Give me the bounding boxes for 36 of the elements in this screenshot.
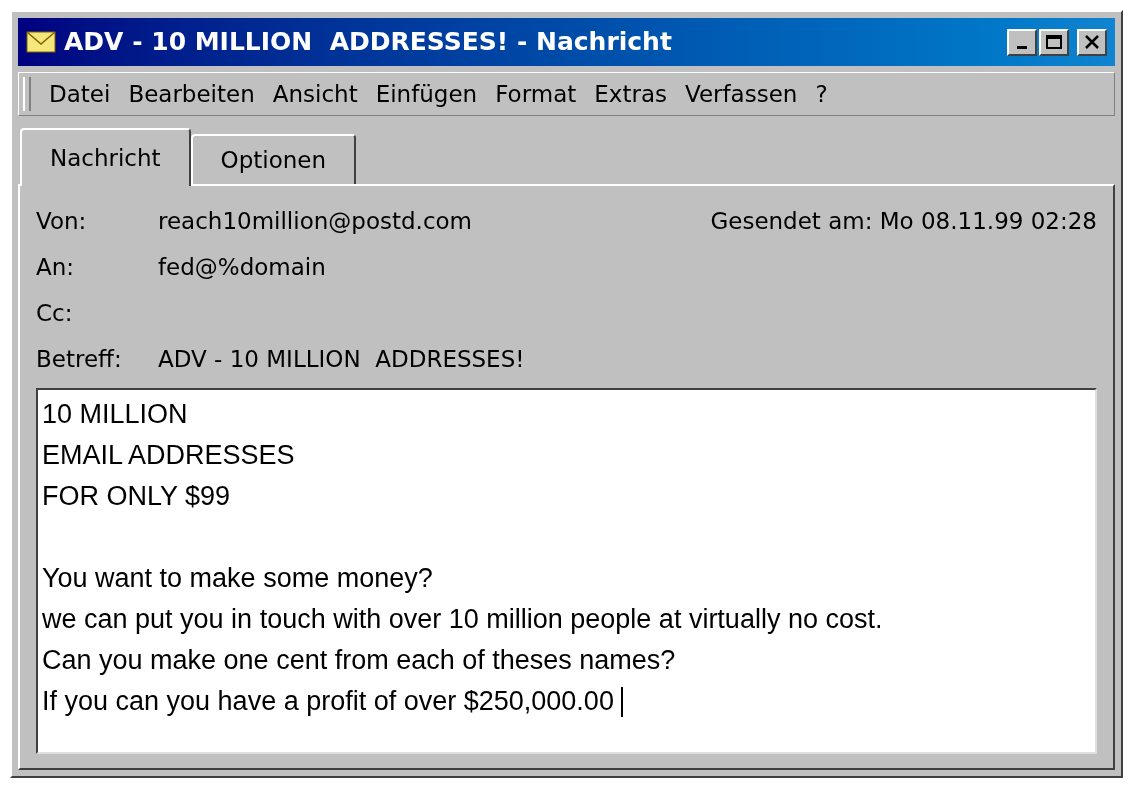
message-body[interactable] (36, 388, 1097, 754)
maximize-button[interactable] (1039, 28, 1069, 56)
field-value: fed@%domain (158, 252, 327, 282)
menu-item[interactable]: Verfassen (678, 76, 804, 112)
field-value: ADV - 10 MILLION ADDRESSES! (158, 344, 526, 374)
menu-item[interactable]: ? (809, 76, 834, 112)
field-label: An: (36, 252, 76, 282)
sent-date: Gesendet am: Mo 08.11.99 02:28 (710, 206, 1097, 236)
close-button[interactable] (1077, 28, 1107, 56)
menu-item[interactable]: Datei (43, 76, 117, 112)
menu-item[interactable]: Extras (588, 76, 673, 112)
field-label: Von: (36, 206, 88, 236)
window-title: ADV - 10 MILLION ADDRESSES! - Nachricht (64, 26, 673, 59)
field-label: Cc: (36, 298, 74, 328)
toolbar-grip (23, 77, 31, 111)
body-line: Can you make one cent from each of theses names? (42, 644, 676, 677)
body-line: EMAIL ADDRESSES (42, 439, 295, 472)
body-line: we can put you in touch with over 10 million people at virtually no cost. (42, 603, 883, 636)
tab[interactable]: Nachricht (20, 128, 191, 186)
tab[interactable]: Optionen (190, 134, 357, 184)
menu-item[interactable]: Ansicht (266, 76, 364, 112)
body-line: If you can you have a profit of over $250,000.00 (42, 685, 615, 718)
minimize-icon (1017, 45, 1027, 49)
menu-item[interactable]: Einfügen (369, 76, 484, 112)
field-value: reach10million@postd.com (158, 206, 473, 236)
envelope-icon (26, 31, 56, 53)
body-line: You want to make some money? (42, 562, 433, 595)
close-icon (1084, 35, 1100, 49)
maximize-icon (1046, 35, 1062, 49)
menu-item[interactable]: Format (489, 76, 583, 112)
field-label: Betreff: (36, 344, 123, 374)
minimize-button[interactable] (1007, 28, 1037, 56)
menu-item[interactable]: Bearbeiten (122, 76, 261, 112)
body-line: 10 MILLION (42, 398, 188, 431)
text-cursor (621, 686, 624, 717)
body-line: FOR ONLY $99 (42, 480, 231, 513)
